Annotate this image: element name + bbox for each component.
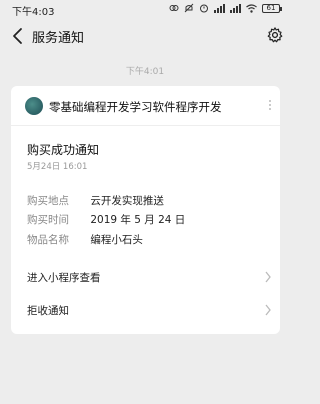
battery-icon: 61 — [262, 3, 282, 13]
mute-icon — [184, 3, 194, 13]
nav-bar: 服务通知 — [0, 20, 290, 52]
more-icon[interactable] — [266, 98, 274, 114]
chevron-right-icon — [265, 271, 271, 283]
field-label: 物品名称 — [27, 234, 69, 246]
app-avatar — [25, 97, 43, 115]
field-purchase-location: 购买地点 云开发实现推送 — [27, 193, 164, 208]
message-timestamp: 下午4:01 — [125, 67, 165, 77]
status-time: 下午4:03 — [12, 7, 55, 18]
chevron-right-icon — [265, 304, 271, 316]
action-label: 拒收通知 — [27, 305, 69, 317]
notice-date: 5月24日 16:01 — [27, 162, 88, 172]
action-label: 进入小程序查看 — [27, 272, 101, 284]
gear-icon[interactable] — [266, 26, 284, 44]
wifi-icon — [246, 3, 257, 13]
field-value: 编程小石头 — [90, 234, 143, 246]
status-icons: 61 — [169, 3, 282, 13]
link-icon — [169, 5, 179, 11]
field-value: 云开发实现推送 — [90, 195, 164, 207]
alarm-icon — [200, 4, 208, 13]
field-label: 购买时间 — [27, 214, 69, 226]
signal-icon-1 — [214, 3, 225, 13]
back-button[interactable] — [10, 26, 26, 46]
signal-icon-2 — [230, 3, 241, 13]
notice-title: 购买成功通知 — [27, 143, 100, 157]
field-label: 购买地点 — [27, 195, 69, 207]
notification-card: 零基础编程开发学习软件程序开发 购买成功通知 5月24日 16:01 购买地点 … — [11, 86, 280, 334]
page-title: 服务通知 — [32, 31, 85, 46]
status-bar: 下午4:03 61 — [0, 0, 290, 18]
field-value: 2019 年 5 月 24 日 — [90, 214, 186, 226]
app-name: 零基础编程开发学习软件程序开发 — [49, 100, 222, 114]
open-miniprogram-button[interactable]: 进入小程序查看 — [11, 262, 280, 292]
card-header[interactable]: 零基础编程开发学习软件程序开发 — [11, 86, 280, 126]
field-purchase-time: 购买时间 2019 年 5 月 24 日 — [27, 212, 185, 227]
reject-notification-button[interactable]: 拒收通知 — [11, 295, 280, 325]
field-item-name: 物品名称 编程小石头 — [27, 232, 143, 247]
